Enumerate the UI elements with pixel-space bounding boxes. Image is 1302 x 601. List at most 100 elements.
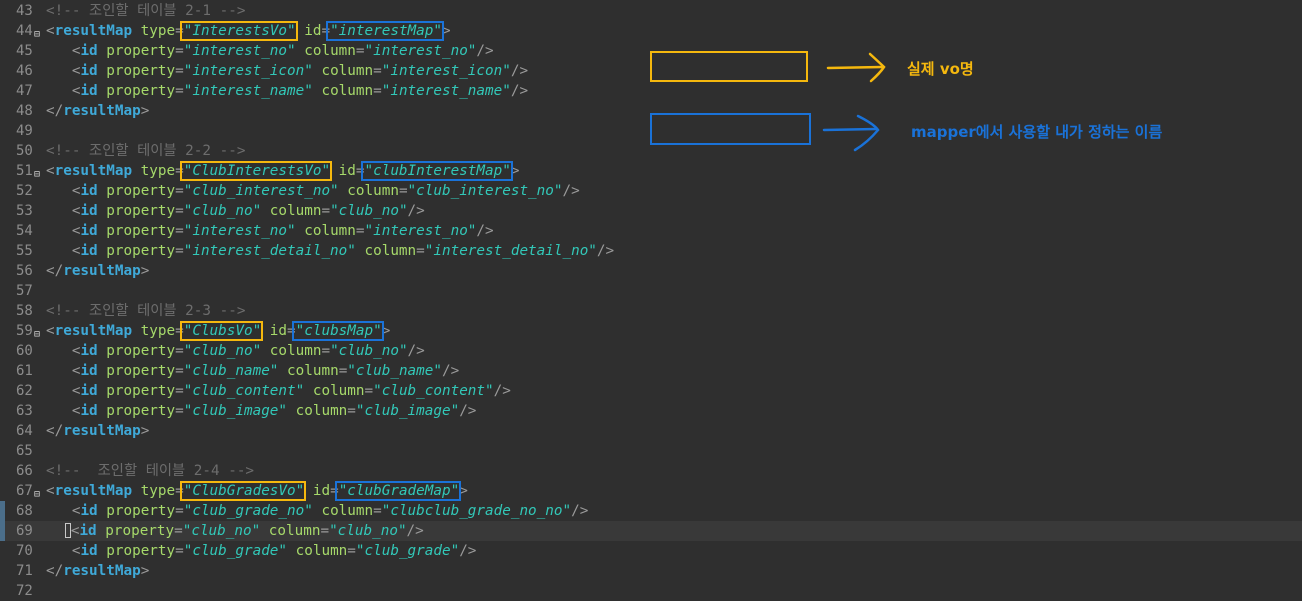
line-number: 62 — [16, 383, 33, 399]
property-value: "interest_no" — [183, 43, 296, 59]
code-content: <!-- 조인할 테이블 2-4 --> — [46, 461, 254, 481]
code-line[interactable]: 66 <!-- 조인할 테이블 2-4 --> — [0, 461, 1302, 481]
line-number: 48 — [16, 103, 33, 119]
code-line[interactable]: 43 <!-- 조인할 테이블 2-1 --> — [0, 1, 1302, 21]
code-line[interactable]: 63 <id property="club_image" column="clu… — [0, 401, 1302, 421]
tag-name: resultMap — [54, 483, 133, 499]
tag-name: id — [80, 63, 98, 79]
attr-name: type — [132, 323, 176, 339]
code-line[interactable]: 54 <id property="interest_no" column="in… — [0, 221, 1302, 241]
code-line[interactable]: 44 ⊟ <resultMap type="InterestsVo" id="int… — [0, 21, 1302, 41]
arrow-right-icon — [822, 114, 880, 152]
code-line[interactable]: 67 ⊟ <resultMap type="ClubGradesVo" id="cl… — [0, 481, 1302, 501]
punct: = — [355, 43, 365, 59]
punct: /> — [407, 343, 425, 359]
line-number: 43 — [16, 3, 33, 19]
attr-name: property — [97, 503, 176, 519]
line-number: 49 — [16, 123, 33, 139]
attr-name: column — [295, 223, 356, 239]
code-line[interactable]: 71 </resultMap> — [0, 561, 1302, 581]
attr-name: type — [132, 23, 176, 39]
code-line[interactable]: 58 <!-- 조인할 테이블 2-3 --> — [0, 301, 1302, 321]
column-value: "club_grade" — [355, 543, 460, 559]
code-line[interactable]: 53 <id property="club_no" column="club_n… — [0, 201, 1302, 221]
line-number: 69 — [16, 523, 33, 539]
tag-name: id — [80, 43, 98, 59]
tag-name: resultMap — [54, 323, 133, 339]
code-content: <id property="club_no" column="club_no"/… — [46, 341, 425, 361]
code-editor[interactable]: 43 <!-- 조인할 테이블 2-1 --> 44 ⊟ <resultMap type… — [0, 1, 1302, 601]
code-line[interactable]: 65 — [0, 441, 1302, 461]
punct: = — [287, 323, 296, 339]
id-value: "clubsMap" — [295, 323, 382, 339]
code-content: <id property="club_no" column="club_no"/… — [46, 521, 424, 541]
code-line[interactable]: 56 </resultMap> — [0, 261, 1302, 281]
attr-name: property — [97, 223, 176, 239]
code-line[interactable]: 45 <id property="interest_no" column="in… — [0, 41, 1302, 61]
punct: /> — [596, 243, 615, 259]
line-number: 57 — [16, 283, 33, 299]
code-line[interactable]: 57 — [0, 281, 1302, 301]
code-line[interactable]: 50 <!-- 조인할 테이블 2-2 --> — [0, 141, 1302, 161]
code-line[interactable]: 68 <id property="club_grade_no" column="… — [0, 501, 1302, 521]
code-content: </resultMap> — [46, 101, 149, 121]
punct: = — [175, 383, 184, 399]
code-line[interactable]: 61 <id property="club_name" column="club… — [0, 361, 1302, 381]
punct: < — [46, 163, 55, 179]
code-content: <resultMap type="InterestsVo" id="intere… — [46, 21, 451, 41]
column-value: "interest_name" — [381, 83, 511, 99]
punct: /> — [493, 383, 511, 399]
tag-name: id — [80, 183, 98, 199]
punct: </ — [46, 103, 64, 119]
property-value: "interest_icon" — [183, 63, 313, 79]
tag-name: resultMap — [54, 23, 133, 39]
column-value: "clubclub_grade_no_no" — [381, 503, 572, 519]
attr-name: column — [338, 183, 399, 199]
type-value: "ClubGradesVo" — [183, 483, 305, 499]
code-line[interactable]: 51 ⊟ <resultMap type="ClubInterestsVo" id=… — [0, 161, 1302, 181]
punct: = — [175, 503, 184, 519]
code-line[interactable]: 46 <id property="interest_icon" column="… — [0, 61, 1302, 81]
xml-comment: <!-- 조인할 테이블 2-1 --> — [46, 3, 246, 19]
punct: /> — [476, 223, 494, 239]
line-number: 58 — [16, 303, 33, 319]
code-line[interactable]: 59 ⊟ <resultMap type="ClubsVo" id="clubsMa… — [0, 321, 1302, 341]
column-value: "club_no" — [329, 523, 407, 539]
code-line[interactable]: 47 <id property="interest_name" column="… — [0, 81, 1302, 101]
punct: /> — [459, 403, 477, 419]
punct: = — [175, 403, 184, 419]
code-line[interactable]: 55 <id property="interest_detail_no" col… — [0, 241, 1302, 261]
line-number: 71 — [16, 563, 33, 579]
code-line[interactable]: 62 <id property="club_content" column="c… — [0, 381, 1302, 401]
tag-name: id — [80, 503, 98, 519]
punct: > — [381, 323, 391, 339]
punct: > — [510, 163, 520, 179]
punct: = — [175, 23, 184, 39]
line-number: 45 — [16, 43, 33, 59]
line-number: 66 — [16, 463, 33, 479]
line-number: 52 — [16, 183, 33, 199]
code-line[interactable]: 70 <id property="club_grade" column="clu… — [0, 541, 1302, 561]
code-content: <id property="interest_no" column="inter… — [46, 41, 494, 61]
code-line[interactable]: 64 </resultMap> — [0, 421, 1302, 441]
tag-name: resultMap — [63, 263, 141, 279]
code-content: <resultMap type="ClubsVo" id="clubsMap"> — [46, 321, 390, 341]
punct: = — [347, 543, 356, 559]
line-number: 63 — [16, 403, 33, 419]
attr-name: id — [261, 323, 288, 339]
code-line[interactable]: 69 <id property="club_no" column="club_n… — [0, 521, 1302, 541]
attr-name: column — [260, 523, 321, 539]
property-value: "club_interest_no" — [183, 183, 339, 199]
code-line[interactable]: 60 <id property="club_no" column="club_n… — [0, 341, 1302, 361]
code-line[interactable]: 72 — [0, 581, 1302, 601]
code-content: </resultMap> — [46, 261, 149, 281]
punct: = — [355, 163, 365, 179]
line-number: 60 — [16, 343, 33, 359]
column-value: "club_no" — [330, 343, 408, 359]
punct: = — [175, 63, 184, 79]
property-value: "interest_name" — [183, 83, 313, 99]
code-line[interactable]: 52 <id property="club_interest_no" colum… — [0, 181, 1302, 201]
punct: = — [175, 543, 184, 559]
attr-name: property — [97, 63, 176, 79]
code-line[interactable]: 48 </resultMap> — [0, 101, 1302, 121]
